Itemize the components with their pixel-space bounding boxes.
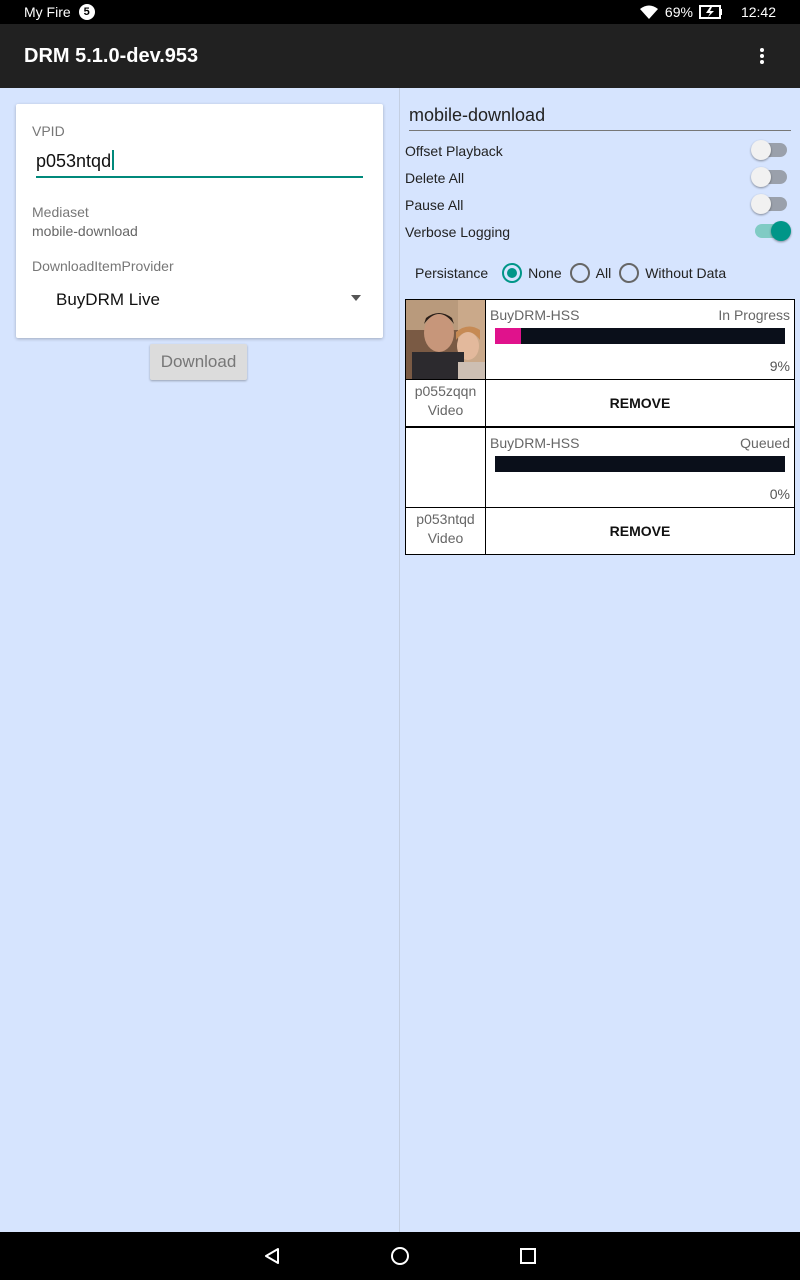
download-form-card: VPID p053ntqd Mediaset mobile-download D… <box>16 104 383 338</box>
app-title: DRM 5.1.0-dev.953 <box>24 45 199 67</box>
download-info: BuyDRM-HSS In Progress 9% <box>485 299 795 380</box>
download-progress-bar <box>495 456 785 472</box>
mediaset-field[interactable]: mobile-download <box>409 105 791 131</box>
download-provider: BuyDRM-HSS <box>490 307 580 323</box>
provider-label: DownloadItemProvider <box>32 258 174 274</box>
download-kind: Video <box>427 402 464 418</box>
remove-button[interactable]: REMOVE <box>485 507 795 555</box>
download-vpid: p053ntqd <box>416 511 475 527</box>
toggle-label: Offset Playback <box>405 143 503 159</box>
pause-all-switch[interactable] <box>751 194 787 214</box>
app-toolbar: DRM 5.1.0-dev.953 <box>0 24 800 88</box>
vpid-input[interactable]: p053ntqd <box>36 150 363 178</box>
persistance-label: Persistance <box>415 265 489 281</box>
offset-playback-switch[interactable] <box>751 140 787 160</box>
provider-select-value: BuyDRM Live <box>56 290 160 309</box>
mediaset-label: Mediaset <box>32 204 89 220</box>
download-kind: Video <box>427 530 464 546</box>
radio-none[interactable]: None <box>502 263 562 283</box>
provider-select[interactable]: BuyDRM Live <box>32 288 367 324</box>
toggle-label: Verbose Logging <box>405 224 511 240</box>
verbose-logging-switch[interactable] <box>755 221 791 241</box>
download-percent: 0% <box>769 486 790 502</box>
battery-percent: 69% <box>664 4 693 20</box>
toggle-row-verbose-logging: Verbose Logging <box>405 221 795 245</box>
download-vpid: p055zqqn <box>414 383 477 399</box>
download-id: p055zqqn Video <box>405 379 486 427</box>
download-info: BuyDRM-HSS Queued 0% <box>485 427 795 508</box>
battery-charging-icon <box>698 5 722 19</box>
vpid-label: VPID <box>32 123 65 139</box>
radio-without-data[interactable]: Without Data <box>619 263 726 283</box>
status-bar: My Fire 5 69% 12:42 <box>0 0 800 24</box>
notification-count-badge: 5 <box>78 4 95 20</box>
carrier-name: My Fire <box>24 4 71 20</box>
recents-icon[interactable] <box>520 1248 536 1264</box>
delete-all-switch[interactable] <box>751 167 787 187</box>
toggle-label: Delete All <box>405 170 465 186</box>
download-progress-bar <box>495 328 785 344</box>
vpid-input-value: p053ntqd <box>36 151 112 171</box>
downloads-panel: mobile-download Offset Playback Delete A… <box>400 88 800 1232</box>
download-item: BuyDRM-HSS Queued 0% p053ntqd Video REMO… <box>405 427 795 683</box>
overflow-menu-icon[interactable] <box>754 46 770 66</box>
progress-fill <box>495 328 522 344</box>
toggle-row-offset-playback: Offset Playback <box>405 140 795 164</box>
remove-button[interactable]: REMOVE <box>485 379 795 427</box>
video-thumbnail <box>405 299 486 380</box>
download-state: In Progress <box>718 307 790 323</box>
download-percent: 9% <box>769 358 790 374</box>
download-button[interactable]: Download <box>150 344 247 380</box>
mediaset-value: mobile-download <box>32 223 138 239</box>
clock: 12:42 <box>740 4 776 20</box>
wifi-icon <box>639 5 658 19</box>
toggle-row-pause-all: Pause All <box>405 194 795 218</box>
dropdown-arrow-icon <box>351 295 361 301</box>
download-id: p053ntqd Video <box>405 507 486 555</box>
radio-all[interactable]: All <box>569 263 611 283</box>
download-form-panel: VPID p053ntqd Mediaset mobile-download D… <box>0 88 399 1232</box>
video-thumbnail-empty <box>405 427 486 508</box>
download-state: Queued <box>740 435 790 451</box>
home-icon[interactable] <box>391 1247 409 1265</box>
persistance-radio-group: Persistance None All Without Data <box>415 260 795 286</box>
toggle-label: Pause All <box>405 197 464 213</box>
back-icon[interactable] <box>264 1248 280 1264</box>
download-provider: BuyDRM-HSS <box>490 435 580 451</box>
system-nav-bar <box>0 1232 800 1280</box>
toggle-row-delete-all: Delete All <box>405 167 795 191</box>
